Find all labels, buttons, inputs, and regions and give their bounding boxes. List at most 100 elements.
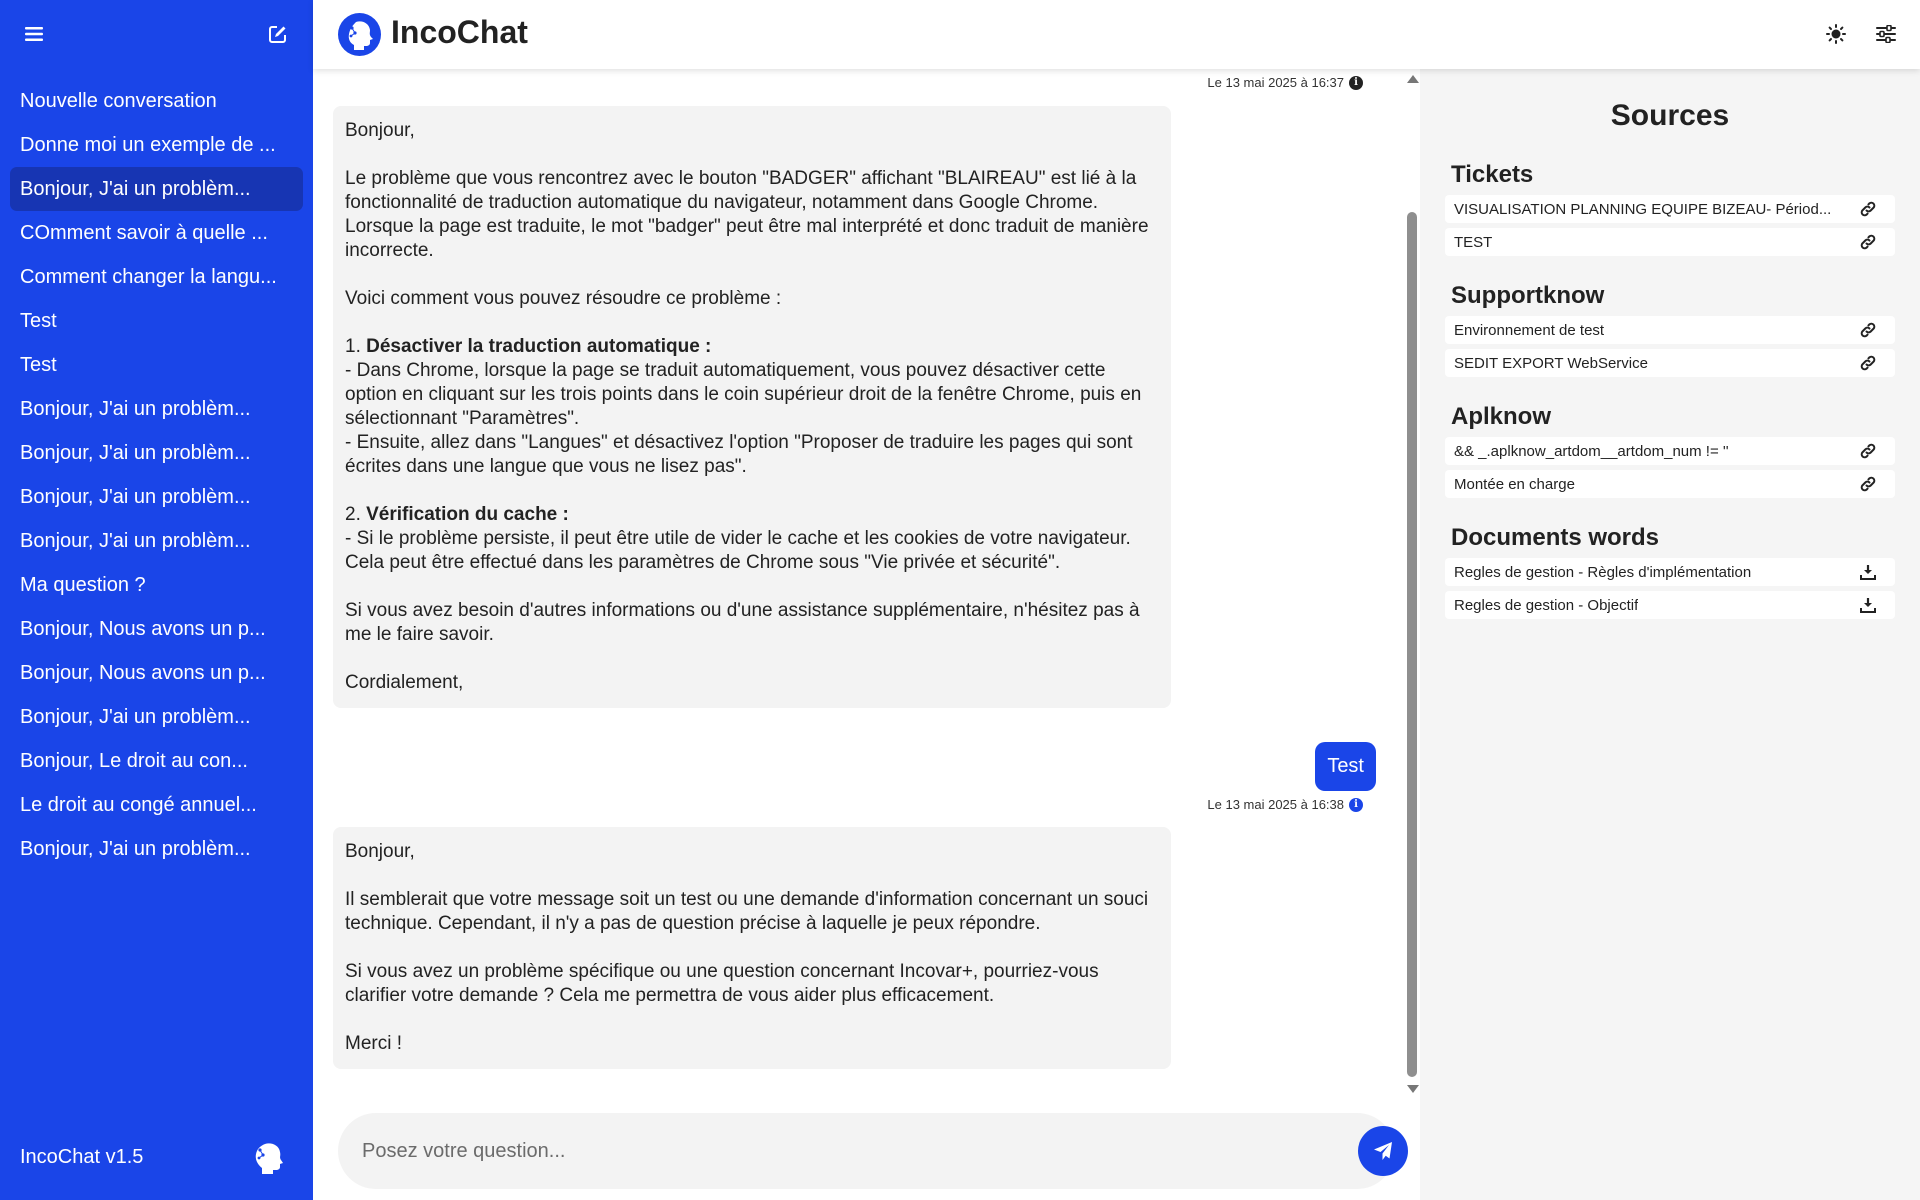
message-paragraph: Bonjour, <box>345 120 415 141</box>
message-paragraph: Si vous avez besoin d'autres information… <box>345 600 1140 645</box>
send-button[interactable] <box>1358 1126 1408 1176</box>
conversation-item[interactable]: Bonjour, J'ai un problèm... <box>10 827 303 871</box>
conversation-list: Nouvelle conversation Donne moi un exemp… <box>10 79 303 871</box>
send-icon <box>1374 1142 1392 1160</box>
info-icon[interactable]: i <box>1349 75 1363 90</box>
source-label: && _.aplknow_artdom__artdom_num != '' <box>1454 442 1729 460</box>
conversation-item[interactable]: Le droit au congé annuel... <box>10 783 303 827</box>
message-paragraph: Bonjour, <box>345 841 415 862</box>
conversation-item[interactable]: Ma question ? <box>10 563 303 607</box>
message-paragraph: Il semblerait que votre message soit un … <box>345 889 1149 934</box>
message-paragraph: Si vous avez un problème spécifique ou u… <box>345 961 1099 1006</box>
link-icon[interactable] <box>1859 475 1877 493</box>
conversation-item[interactable]: Bonjour, Le droit au con... <box>10 739 303 783</box>
source-item[interactable]: Regles de gestion - Règles d'implémentat… <box>1445 558 1895 586</box>
scrollbar-thumb[interactable] <box>1407 212 1417 1077</box>
conversation-item[interactable]: Bonjour, J'ai un problèm... <box>10 695 303 739</box>
timestamp-text: Le 13 mai 2025 à 16:37 <box>1207 75 1344 90</box>
sources-section-documents-words: Documents words Regles de gestion - Règl… <box>1445 524 1895 624</box>
conversation-item[interactable]: COmment savoir à quelle ... <box>10 211 303 255</box>
source-label: Environnement de test <box>1454 321 1605 339</box>
conversation-item[interactable]: Nouvelle conversation <box>10 79 303 123</box>
sources-panel: Sources Tickets VISUALISATION PLANNING E… <box>1420 69 1920 1200</box>
conversation-item[interactable]: Bonjour, J'ai un problèm... <box>10 519 303 563</box>
conversation-item[interactable]: Donne moi un exemple de ... <box>10 123 303 167</box>
chat-area: Le 13 mai 2025 à 16:37 i Bonjour, Le pro… <box>313 69 1420 1200</box>
hamburger-icon[interactable] <box>22 22 46 46</box>
message-composer <box>338 1113 1408 1189</box>
scroll-down-arrow-icon[interactable] <box>1407 1085 1419 1093</box>
source-item[interactable]: Regles de gestion - Objectif <box>1445 591 1895 619</box>
link-icon[interactable] <box>1859 354 1877 372</box>
conversation-item[interactable]: Comment changer la langu... <box>10 255 303 299</box>
source-item[interactable]: Environnement de test <box>1445 316 1895 344</box>
sources-section-aplknow: Aplknow && _.aplknow_artdom__artdom_num … <box>1445 403 1895 503</box>
question-input[interactable] <box>362 1131 1262 1171</box>
message-paragraph: Le problème que vous rencontrez avec le … <box>345 168 1149 261</box>
source-item[interactable]: Montée en charge <box>1445 470 1895 498</box>
section-heading: Supportknow <box>1451 282 1605 309</box>
source-item[interactable]: VISUALISATION PLANNING EQUIPE BIZEAU- Pé… <box>1445 195 1895 223</box>
step-title: Désactiver la traduction automatique : <box>366 336 712 357</box>
source-item[interactable]: SEDIT EXPORT WebService <box>1445 349 1895 377</box>
source-label: Regles de gestion - Objectif <box>1454 596 1639 614</box>
assistant-message: Bonjour, Le problème que vous rencontrez… <box>333 106 1171 708</box>
step-line: - Dans Chrome, lorsque la page se tradui… <box>345 360 1142 429</box>
message-step: 2. Vérification du cache : - Si le probl… <box>345 503 1159 575</box>
app-version: IncoChat v1.5 <box>20 1146 144 1168</box>
message-list[interactable]: Le 13 mai 2025 à 16:37 i Bonjour, Le pro… <box>313 69 1403 1097</box>
step-line: - Si le problème persiste, il peut être … <box>345 528 1131 573</box>
step-line: - Ensuite, allez dans "Langues" et désac… <box>345 432 1133 477</box>
sliders-icon[interactable] <box>1873 21 1899 47</box>
conversation-item-active[interactable]: Bonjour, J'ai un problèm... <box>10 167 303 211</box>
section-heading: Documents words <box>1451 524 1660 551</box>
incochat-logo-icon <box>338 13 381 56</box>
step-title: Vérification du cache : <box>366 504 569 525</box>
conversation-item[interactable]: Bonjour, Nous avons un p... <box>10 607 303 651</box>
user-message: Test <box>1315 742 1376 791</box>
edit-icon[interactable] <box>266 22 290 46</box>
conversation-item[interactable]: Bonjour, Nous avons un p... <box>10 651 303 695</box>
incochat-logo-icon <box>252 1140 286 1174</box>
sources-section-supportknow: Supportknow Environnement de test SEDIT … <box>1445 282 1895 382</box>
section-heading: Aplknow <box>1451 403 1551 430</box>
conversation-item[interactable]: Bonjour, J'ai un problèm... <box>10 431 303 475</box>
source-label: Montée en charge <box>1454 475 1575 493</box>
message-step: 1. Désactiver la traduction automatique … <box>345 335 1159 479</box>
source-label: VISUALISATION PLANNING EQUIPE BIZEAU- Pé… <box>1454 200 1832 218</box>
source-item[interactable]: TEST <box>1445 228 1895 256</box>
source-item[interactable]: && _.aplknow_artdom__artdom_num != '' <box>1445 437 1895 465</box>
section-heading: Tickets <box>1451 161 1534 188</box>
sun-icon[interactable] <box>1823 21 1849 47</box>
sources-title: Sources <box>1610 99 1730 132</box>
timestamp-text: Le 13 mai 2025 à 16:38 <box>1207 797 1344 812</box>
link-icon[interactable] <box>1859 233 1877 251</box>
sources-section-tickets: Tickets VISUALISATION PLANNING EQUIPE BI… <box>1445 161 1895 261</box>
source-label: Regles de gestion - Règles d'implémentat… <box>1454 563 1752 581</box>
message-paragraph: Cordialement, <box>345 672 464 693</box>
conversation-item[interactable]: Test <box>10 343 303 387</box>
source-label: TEST <box>1454 233 1493 251</box>
assistant-message: Bonjour, Il semblerait que votre message… <box>333 827 1171 1069</box>
info-icon[interactable]: i <box>1349 797 1363 812</box>
step-number: 1. <box>345 336 367 357</box>
message-paragraph: Voici comment vous pouvez résoudre ce pr… <box>345 288 782 309</box>
scroll-up-arrow-icon[interactable] <box>1407 75 1419 83</box>
download-icon[interactable] <box>1859 596 1877 614</box>
message-timestamp: Le 13 mai 2025 à 16:37 i <box>1207 75 1363 90</box>
message-timestamp: Le 13 mai 2025 à 16:38 i <box>1207 797 1363 812</box>
chat-scrollbar[interactable] <box>1403 69 1420 1097</box>
link-icon[interactable] <box>1859 200 1877 218</box>
source-label: SEDIT EXPORT WebService <box>1454 354 1648 372</box>
link-icon[interactable] <box>1859 321 1877 339</box>
link-icon[interactable] <box>1859 442 1877 460</box>
conversation-item[interactable]: Bonjour, J'ai un problèm... <box>10 387 303 431</box>
conversation-item[interactable]: Test <box>10 299 303 343</box>
download-icon[interactable] <box>1859 563 1877 581</box>
step-number: 2. <box>345 504 367 525</box>
app-title: IncoChat <box>391 14 528 50</box>
conversation-item[interactable]: Bonjour, J'ai un problèm... <box>10 475 303 519</box>
top-header: IncoChat <box>313 0 1920 69</box>
message-paragraph: Merci ! <box>345 1033 402 1054</box>
sidebar: Nouvelle conversation Donne moi un exemp… <box>0 0 313 1200</box>
